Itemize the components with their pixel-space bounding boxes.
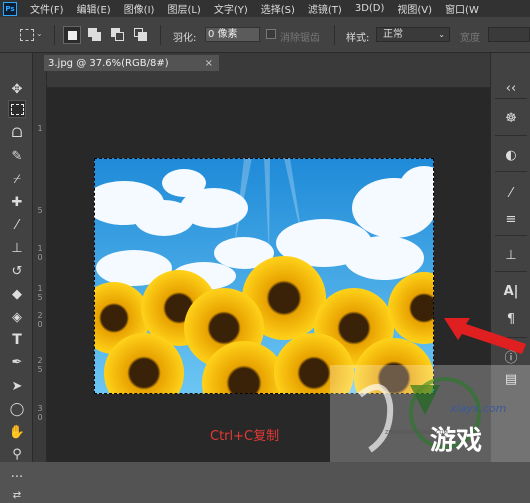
divider [495,271,527,272]
divider [495,235,527,236]
subtract-from-selection-button[interactable] [109,26,127,44]
history-brush-icon[interactable]: ↺ [8,262,26,280]
move-icon[interactable]: ✥ [8,80,26,98]
more-icon[interactable]: ··· [8,468,26,486]
menu-window[interactable]: 窗口(W [445,1,479,16]
healing-brush-icon[interactable]: ✚ [8,193,26,211]
tools-panel: ✥ ᗝ ✎ ⌿ ✚ ⁄ ⊥ ↺ ◆ ◈ T ✒ ➤ ◯ ✋ ⚲ ··· ⇄ [0,53,33,501]
lasso-icon[interactable]: ᗝ [8,124,26,142]
zoom-icon[interactable]: ⚲ [8,445,26,463]
divider [334,25,335,45]
pen-icon[interactable]: ✒ [8,353,26,371]
subtract-selection-icon-part [115,32,124,41]
swap-colors-icon[interactable]: ⇄ [8,489,26,503]
hand-icon[interactable]: ✋ [8,423,26,441]
divider [54,25,55,45]
menu-view[interactable]: 视图(V) [397,1,432,16]
sunflower-image-artwork [94,158,434,394]
menu-layer[interactable]: 图层(L) [167,1,200,16]
watermark-text: 游戏 [430,426,483,456]
photoshop-logo-icon[interactable]: Ps [3,1,17,16]
chevron-down-icon[interactable]: ⌄ [36,29,43,38]
new-selection-button[interactable] [63,26,81,44]
ruler-tick: 2 5 [37,356,43,374]
add-to-selection-button[interactable] [86,26,104,44]
style-select-value: 正常 [383,29,403,40]
rect-marquee-icon[interactable] [8,100,26,118]
path-select-icon[interactable]: ➤ [8,377,26,395]
width-input[interactable] [488,27,530,42]
menu-filter[interactable]: 滤镜(T) [308,1,342,16]
horizontal-ruler [33,71,490,88]
caption-text: Ctrl+C复制 [210,429,280,444]
eraser-icon[interactable]: ◆ [8,285,26,303]
brush-icon[interactable]: ⁄ [8,216,26,234]
document-tab-title: 3.jpg @ 37.6%(RGB/8#) [48,58,169,69]
document-tab-bar: 3.jpg @ 37.6%(RGB/8#) × [33,53,490,73]
navigator-icon[interactable]: ☸ [501,108,521,128]
divider [495,135,527,136]
vertical-ruler: 1 5 1 0 1 5 2 0 2 5 3 0 [33,71,47,462]
add-selection-icon-part [92,32,101,41]
watermark-url: xiayx.com [450,402,507,415]
eyedropper-icon[interactable]: ⌿ [8,170,26,188]
menu-3d[interactable]: 3D(D) [355,3,385,14]
red-arrow-icon [444,318,526,354]
divider [160,25,161,45]
divider [495,171,527,172]
adjustments-icon[interactable]: ◐ [501,145,521,165]
menu-bar: Ps 文件(F) 编辑(E) 图像(I) 图层(L) 文字(Y) 选择(S) 滤… [0,0,530,17]
style-label: 样式: [346,33,370,44]
new-selection-icon [68,31,77,40]
quick-select-icon[interactable]: ✎ [8,147,26,165]
feather-input[interactable]: 0 像素 [205,27,260,42]
options-bar: ⌄ 羽化: 0 像素 消除锯齿 样式: 正常 ⌄ 宽度 [0,17,530,53]
sunflower-image[interactable] [94,158,434,394]
paint-bucket-icon[interactable]: ◈ [8,308,26,326]
menu-select[interactable]: 选择(S) [261,1,295,16]
intersect-selection-icon-part [138,32,147,41]
ruler-tick: 1 5 [37,284,43,302]
antialias-label: 消除锯齿 [280,33,320,44]
width-label: 宽度 [460,33,480,44]
brush-presets-icon[interactable]: ≡ [501,209,521,229]
clone-source-icon[interactable]: ⊥ [501,245,521,265]
character-icon[interactable]: A| [501,281,521,301]
shape-icon[interactable]: ◯ [8,400,26,418]
clone-stamp-icon[interactable]: ⊥ [8,239,26,257]
intersect-selection-button[interactable] [132,26,150,44]
type-icon[interactable]: T [8,331,26,349]
ruler-tick: 1 [37,124,43,133]
ruler-tick: 1 0 [37,244,43,262]
menu-image[interactable]: 图像(I) [124,1,155,16]
ruler-tick: 5 [37,206,43,215]
feather-label: 羽化: [173,33,197,44]
style-select[interactable]: 正常 ⌄ [376,27,450,42]
marquee-preset-icon[interactable] [20,29,34,41]
menu-type[interactable]: 文字(Y) [214,1,248,16]
expand-icon[interactable]: ‹‹ [501,78,521,98]
ruler-tick: 2 0 [37,311,43,329]
divider [495,98,527,99]
watermark-small-text: ZHONGYOUXIWANG.COM [385,430,448,436]
menu-file[interactable]: 文件(F) [30,1,64,16]
antialias-checkbox[interactable] [266,29,276,39]
brush-settings-icon[interactable]: ⁄ [501,183,521,203]
chevron-down-icon: ⌄ [438,30,445,39]
ruler-tick: 3 0 [37,404,43,422]
menu-edit[interactable]: 编辑(E) [77,1,111,16]
